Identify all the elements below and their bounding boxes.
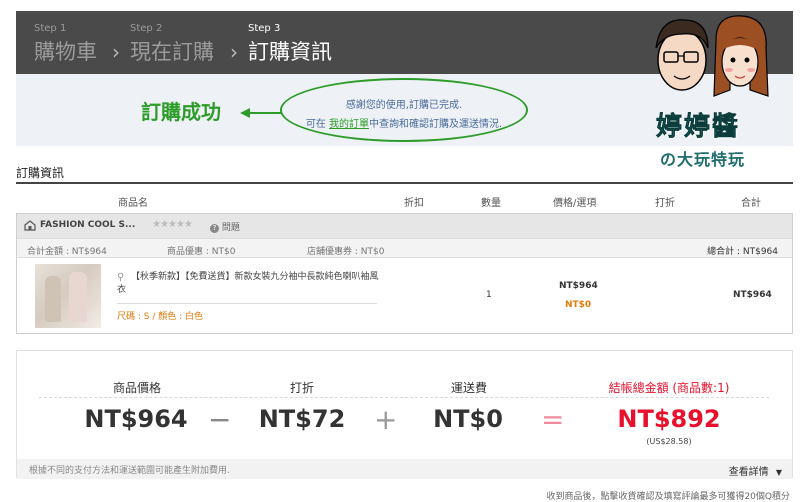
payment-summary: 商品價格 打折 運送費 結帳總金額 (商品數:1) NT$964 − NT$72… bbox=[16, 350, 793, 479]
step-separator-icon: › bbox=[230, 40, 238, 64]
view-details-label: 查看詳情 bbox=[728, 467, 769, 478]
step-2[interactable]: Step 2 現在訂購 bbox=[130, 23, 214, 66]
equals-icon: = bbox=[541, 403, 565, 436]
summary-usd-total: (US$28.58) bbox=[646, 437, 692, 446]
step-1[interactable]: Step 1 購物車 bbox=[34, 23, 97, 66]
item-price-discount: NT$0 bbox=[565, 300, 592, 310]
step-3: Step 3 訂購資訊 bbox=[248, 23, 332, 66]
summary-value-shipping: NT$0 bbox=[433, 405, 503, 433]
blog-brand-subtitle: の大玩特玩 bbox=[660, 150, 746, 169]
summary-divider bbox=[39, 397, 769, 398]
col-header-price: 價格/選項 bbox=[553, 198, 597, 209]
product-image-coat-left bbox=[45, 276, 61, 322]
order-status-suffix: 中查詢和確認訂購及運送情況. bbox=[369, 119, 503, 130]
product-divider bbox=[117, 303, 377, 304]
item-price: NT$964 bbox=[559, 281, 598, 291]
shop-rating-stars: ★★★★★ bbox=[152, 219, 193, 230]
shop-question-label: 問題 bbox=[221, 223, 240, 233]
view-details-button[interactable]: 查看詳情 ▼ bbox=[729, 463, 782, 478]
summary-value-price: NT$964 bbox=[84, 405, 188, 433]
col-header-product: 商品名 bbox=[118, 198, 148, 209]
step-2-label: 現在訂購 bbox=[130, 40, 214, 64]
shop-coupon: 店舖優惠券 : NT$0 bbox=[307, 247, 385, 257]
col-header-discount: 折扣 bbox=[404, 198, 424, 209]
my-orders-link[interactable]: 我的訂單 bbox=[329, 119, 369, 130]
col-header-markdown: 打折 bbox=[655, 198, 675, 209]
section-divider bbox=[16, 182, 793, 184]
order-info-title: 訂購資訊 bbox=[16, 166, 65, 180]
review-points-note: 收到商品後，點擊收貨確認及填寫評論最多可獲得20個Q積分 bbox=[546, 492, 790, 502]
step-separator-icon: › bbox=[112, 40, 120, 64]
summary-footer: 根據不同的支付方法和運送範圍可能產生附加費用. 查看詳情 ▼ bbox=[17, 459, 792, 479]
col-header-total: 合計 bbox=[741, 198, 761, 209]
blog-brand-title: 婷婷醬 bbox=[656, 112, 741, 143]
chevron-down-icon: ▼ bbox=[775, 468, 782, 477]
order-success-label: 訂購成功 bbox=[141, 100, 221, 124]
shop-order-block: FASHION COOL S... ★★★★★ ? 問題 合計金額 : NT$9… bbox=[16, 213, 793, 334]
blogger-avatar-illustration bbox=[655, 15, 769, 97]
shop-summary-row: 合計金額 : NT$964 商品優惠 : NT$0 店舖優惠券 : NT$0 總… bbox=[17, 238, 792, 258]
col-header-qty: 數量 bbox=[481, 198, 501, 209]
step-1-label: 購物車 bbox=[34, 40, 97, 64]
summary-value-discount: NT$72 bbox=[258, 405, 346, 433]
summary-label-discount: 打折 bbox=[289, 381, 314, 395]
shop-total-amount: 合計金額 : NT$964 bbox=[27, 247, 107, 257]
step-2-number: Step 2 bbox=[130, 23, 163, 34]
shop-product-discount: 商品優惠 : NT$0 bbox=[167, 247, 236, 257]
shop-header: FASHION COOL S... ★★★★★ ? 問題 bbox=[17, 214, 792, 238]
product-image-coat-right bbox=[69, 272, 87, 322]
product-option: 尺碼 : S / 顏色 : 白色 bbox=[117, 312, 203, 322]
summary-value-grand-total: NT$892 bbox=[617, 405, 721, 433]
summary-label-shipping: 運送費 bbox=[450, 381, 487, 395]
product-thumbnail[interactable] bbox=[35, 264, 101, 328]
question-icon: ? bbox=[210, 224, 219, 233]
shop-question-link[interactable]: ? 問題 bbox=[210, 220, 240, 233]
step-1-number: Step 1 bbox=[34, 23, 67, 34]
product-title-link[interactable]: 【秋季新款】【免費送貨】新款女裝九分袖中長款純色喇叭袖風衣 bbox=[117, 271, 379, 297]
item-quantity: 1 bbox=[486, 290, 492, 300]
summary-label-price: 商品價格 bbox=[112, 381, 161, 395]
shop-grand-total: 總合計 : NT$964 bbox=[707, 247, 778, 257]
shop-name-link[interactable]: FASHION COOL S... bbox=[40, 220, 135, 230]
step-3-label: 訂購資訊 bbox=[248, 40, 332, 64]
order-status-prefix: 可在 bbox=[305, 119, 326, 130]
pointing-arrow-icon bbox=[240, 108, 282, 118]
store-icon bbox=[24, 220, 36, 231]
summary-label-grand-total: 結帳總金額 (商品數:1) bbox=[608, 381, 730, 395]
step-3-number: Step 3 bbox=[248, 23, 281, 34]
surcharge-note: 根據不同的支付方法和運送範圍可能產生附加費用. bbox=[29, 466, 230, 476]
item-total: NT$964 bbox=[733, 290, 772, 300]
